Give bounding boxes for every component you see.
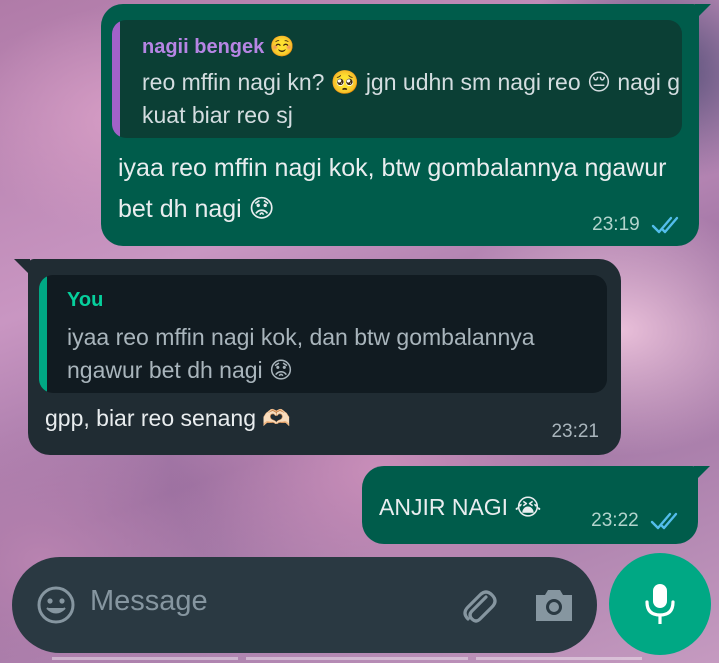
voice-record-button[interactable] xyxy=(609,553,711,655)
message-input-bar: Message xyxy=(12,557,597,653)
message-meta: 23:19 xyxy=(592,214,685,236)
message-time: 23:22 xyxy=(591,510,639,531)
message-time: 23:21 xyxy=(551,421,599,442)
double-check-icon xyxy=(651,216,679,234)
mic-icon xyxy=(645,584,675,624)
quote-author: nagii bengek ☺️ xyxy=(142,36,295,58)
message-text: ANJIR NAGI 😭 xyxy=(379,494,542,520)
message-meta: 23:22 xyxy=(591,510,684,532)
message-input[interactable]: Message xyxy=(90,585,208,618)
quote-bar xyxy=(39,275,47,393)
camera-icon[interactable] xyxy=(532,585,576,625)
quote-text: iyaa reo mffin nagi kok, dan btw gombala… xyxy=(67,324,535,383)
quote-author: You xyxy=(67,289,104,311)
quote-bar xyxy=(112,20,120,138)
quoted-message[interactable]: You iyaa reo mffin nagi kok, dan btw gom… xyxy=(39,275,607,393)
nav-indicator xyxy=(246,657,468,660)
message-time: 23:19 xyxy=(592,214,640,235)
paperclip-icon[interactable] xyxy=(456,583,500,627)
message-text: gpp, biar reo senang 🫶🏻 xyxy=(45,405,292,431)
emoji-icon[interactable] xyxy=(36,585,76,625)
message-bubble-outgoing[interactable]: nagii bengek ☺️ reo mffin nagi kn? 🥺 jgn… xyxy=(101,4,711,246)
double-check-icon xyxy=(650,512,678,530)
message-bubble-incoming[interactable]: You iyaa reo mffin nagi kok, dan btw gom… xyxy=(14,259,621,455)
nav-indicator xyxy=(52,657,238,660)
message-bubble-outgoing[interactable]: ANJIR NAGI 😭 23:22 xyxy=(362,466,710,544)
quote-text: reo mffin nagi kn? 🥺 jgn udhn sm nagi re… xyxy=(142,69,681,128)
quoted-message[interactable]: nagii bengek ☺️ reo mffin nagi kn? 🥺 jgn… xyxy=(112,20,682,138)
nav-indicator xyxy=(476,657,642,660)
